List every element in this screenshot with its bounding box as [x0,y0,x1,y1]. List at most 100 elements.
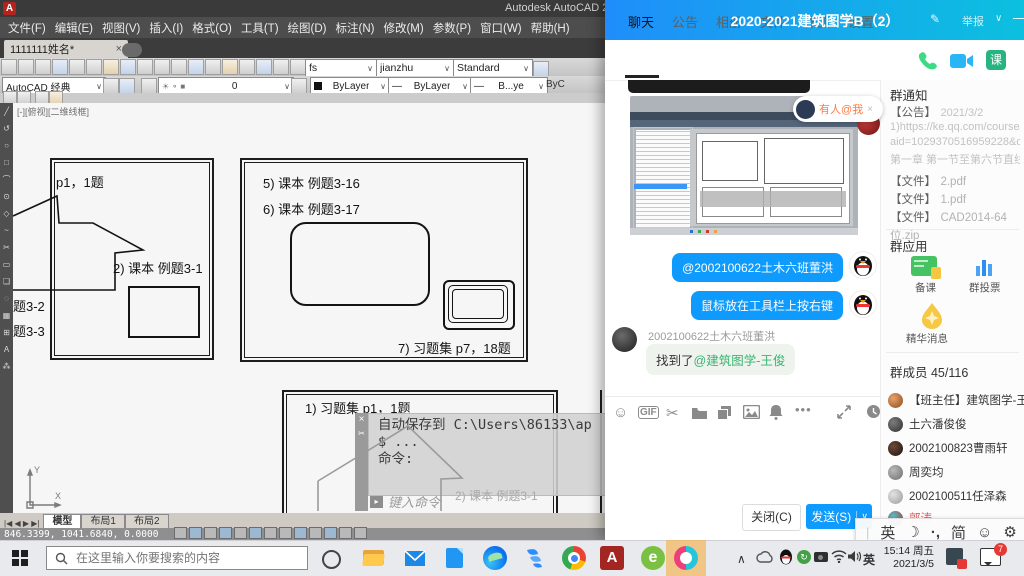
dim-style-select[interactable]: Standard∨ [453,59,533,77]
toolbar-icon[interactable] [1,59,17,75]
command-panel[interactable]: 自动保存到 C:\Users\86133\ap $ ... 命令: [368,413,621,496]
lesson-prep-icon[interactable] [911,256,937,276]
group-vote-label[interactable]: 群投票 [969,280,1001,295]
toolbar-icon[interactable] [52,59,68,75]
menu-dimension[interactable]: 标注(N) [336,20,375,36]
tab-layout1[interactable]: 布局1 [81,514,125,528]
moon-icon[interactable]: ☽ [906,523,919,541]
ie-browser-icon[interactable]: e [641,546,665,570]
autocad-logo-icon[interactable]: A [3,2,16,15]
toolbar-icon[interactable] [222,59,238,75]
cmd-cut-icon[interactable]: ✂ [358,429,365,438]
docs-app-icon[interactable] [443,546,467,570]
qq-class-app-icon[interactable] [674,546,698,570]
bell-icon[interactable] [769,404,783,420]
member-row[interactable]: 2002100823曹雨轩 [888,440,1007,456]
toolbar-icon[interactable] [119,78,135,94]
security-tray-icon[interactable]: ↻ [797,550,811,564]
menu-help[interactable]: 帮助(H) [531,20,570,36]
menu-edit[interactable]: 编辑(E) [55,20,93,36]
screenshot-scissors-icon[interactable]: ✂ [666,404,679,422]
my-avatar-penguin[interactable] [849,290,877,318]
emoji-icon[interactable]: ☺ [613,404,628,421]
wifi-icon[interactable] [831,550,847,563]
member-row[interactable]: 周奕均 [888,464,944,480]
members-title[interactable]: 群成员 45/116 [890,362,968,381]
capture-tray-icon[interactable] [814,552,828,562]
notice-line[interactable]: 1)https://ke.qq.com/course/ [890,121,1020,133]
minimize-icon[interactable]: — [1013,10,1024,25]
viewport-label[interactable]: [-][俯视][二维线框] [17,105,89,118]
menu-format[interactable]: 格式(O) [192,20,232,36]
expand-icon[interactable] [837,405,851,419]
toolbar-icon[interactable] [205,59,221,75]
toolbar-icon[interactable] [154,59,170,75]
my-avatar-penguin[interactable] [849,251,877,279]
file-explorer-icon[interactable] [362,546,386,570]
more-icon[interactable]: ••• [795,402,812,417]
image-icon[interactable] [743,405,760,419]
menu-tools[interactable]: 工具(T) [241,20,279,36]
toolbar-icon[interactable] [69,59,85,75]
toolbar-icon[interactable] [18,59,34,75]
meeting-app-icon[interactable] [524,546,548,570]
toolbar-icon[interactable] [35,59,51,75]
chrome-browser-icon[interactable] [562,546,586,570]
text-style-select[interactable]: jianzhu∨ [376,59,454,77]
edge-browser-icon[interactable] [483,546,507,570]
menu-insert[interactable]: 插入(I) [149,20,183,36]
toolbar-icon[interactable] [533,61,549,77]
voice-call-icon[interactable] [916,50,938,72]
toolbar-icon[interactable] [291,78,307,94]
new-tab-button[interactable] [122,43,142,57]
menu-modify[interactable]: 修改(M) [383,20,423,36]
toolbar-icon[interactable] [120,59,136,75]
layer-icon[interactable] [141,78,157,94]
essence-messages-icon[interactable] [919,302,945,330]
file-folder-icon[interactable] [691,406,708,420]
file-row[interactable]: 【文件】 2.pdf [890,172,966,190]
notice-line[interactable]: aid=1029370516959228&di [890,136,1020,148]
toolbar-icon[interactable] [103,78,119,94]
command-input-row[interactable]: ▸ 键入命令 [370,492,440,511]
cmd-close-icon[interactable]: × [359,414,365,425]
peer-avatar[interactable] [612,327,637,352]
menu-window[interactable]: 窗口(W) [480,20,522,36]
close-button[interactable]: 关闭(C) [742,504,801,531]
start-button[interactable] [12,550,28,566]
tab-chat[interactable]: 聊天 [628,12,654,31]
speaker-icon[interactable] [847,550,862,563]
tab-announcement[interactable]: 公告 [672,12,698,31]
search-input[interactable] [74,550,298,566]
cortana-icon[interactable] [322,550,341,569]
group-notice-title[interactable]: 群通知 [890,85,928,104]
mention-close-icon[interactable]: × [867,104,873,115]
onedrive-cloud-icon[interactable] [756,550,774,563]
class-mode-icon[interactable]: 课 [986,50,1006,70]
notice-line[interactable]: 第一章 第一节至第六节直线， [890,151,1020,167]
toolbar-icon[interactable] [188,59,204,75]
doc-tab[interactable]: 1111111姓名* × [4,40,128,58]
notice-row[interactable]: 【公告】 2021/3/2 [890,103,983,121]
draw-tool-palette[interactable]: ╱↺○□⌒⊙◇~✂▭❏◌▦⊞A⁂ [0,103,13,513]
notification-bubble-icon[interactable]: 7 [980,548,1001,566]
toolbar-icon[interactable] [239,59,255,75]
qq-tray-penguin-icon[interactable] [778,548,794,566]
message-outgoing[interactable]: @2002100622土木六班董洪 [672,253,843,282]
layout-nav-icons[interactable]: |◀ ◀ ▶ ▶| [0,519,43,528]
report-link[interactable]: 举报 [962,13,984,29]
gif-icon[interactable]: GIF [638,406,659,419]
mention-pill[interactable]: 有人@我 × [793,96,883,122]
incoming-mention[interactable]: @建筑图学-王俊 [694,354,786,368]
ime-punct[interactable]: ·, [931,524,940,541]
message-outgoing[interactable]: 鼠标放在工具栏上按右键 [691,291,843,320]
mail-icon[interactable] [403,546,427,570]
message-history-icon[interactable] [866,404,881,419]
menu-parametric[interactable]: 参数(P) [433,20,471,36]
lesson-prep-label[interactable]: 备课 [915,280,936,295]
chevron-down-icon[interactable]: ∨ [995,13,1002,24]
toolbar-icon[interactable] [137,59,153,75]
member-row[interactable]: 【班主任】建筑图学-王俊 [888,392,1024,408]
essence-messages-label[interactable]: 精华消息 [906,331,948,346]
member-row[interactable]: 土六潘俊俊 [888,416,967,432]
